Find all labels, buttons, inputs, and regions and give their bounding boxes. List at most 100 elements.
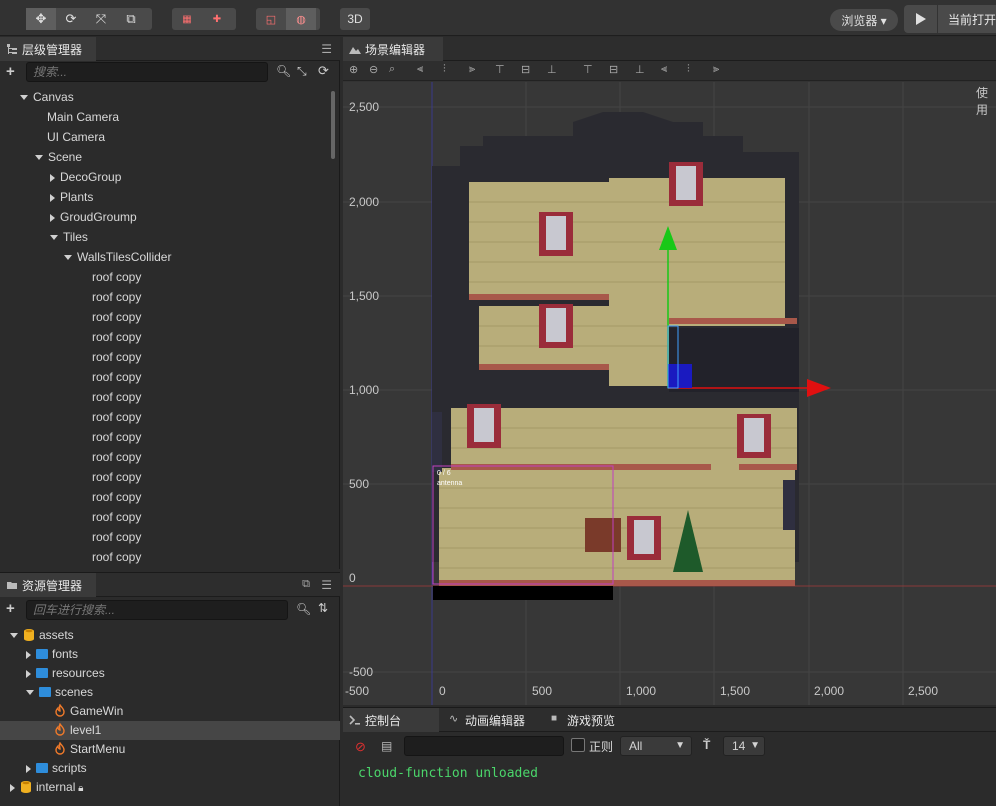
pivot-button[interactable]: ▦ xyxy=(172,8,202,30)
hierarchy-node[interactable]: roof copy xyxy=(92,267,141,287)
folder-icon xyxy=(36,763,48,773)
align-vcenter-icon[interactable]: ⊟ xyxy=(521,63,530,76)
hierarchy-add-button[interactable]: + xyxy=(6,63,15,80)
distribute-vcenter-icon[interactable]: ⊟ xyxy=(609,63,618,76)
asset-node[interactable]: GameWin xyxy=(0,702,340,721)
distribute-left-icon[interactable]: ⫷ xyxy=(661,63,667,76)
zoom-in-icon[interactable]: ⊕ xyxy=(349,63,358,76)
expanded-arrow-icon[interactable] xyxy=(64,255,72,261)
tab-assets[interactable]: 资源管理器 xyxy=(0,573,96,597)
distribute-hcenter-icon[interactable]: ⫶ xyxy=(687,63,690,76)
hierarchy-node[interactable]: roof copy xyxy=(92,407,141,427)
distribute-bottom-icon[interactable]: ⊥ xyxy=(635,63,645,76)
move-tool-button[interactable]: ✥ xyxy=(26,8,56,30)
collapsed-arrow-icon[interactable] xyxy=(26,764,31,773)
hierarchy-node[interactable]: Plants xyxy=(50,187,93,207)
assets-search-input[interactable]: 回车进行搜索... xyxy=(26,600,288,620)
rect-tool-button[interactable]: ⧉ xyxy=(116,8,146,30)
assets-add-button[interactable]: + xyxy=(6,600,15,617)
collapsed-arrow-icon[interactable] xyxy=(50,213,55,222)
align-hcenter-icon[interactable]: ⫶ xyxy=(443,63,446,76)
hierarchy-node[interactable]: roof copy xyxy=(92,387,141,407)
snap-button[interactable]: ◱ xyxy=(256,8,286,30)
zoom-out-icon[interactable]: ⊖ xyxy=(369,63,378,76)
hierarchy-node[interactable]: roof copy xyxy=(92,347,141,367)
hierarchy-node[interactable]: roof copy xyxy=(92,547,141,567)
tab-hierarchy[interactable]: 层级管理器 xyxy=(0,37,96,61)
hierarchy-scrollbar[interactable] xyxy=(331,91,335,159)
distribute-top-icon[interactable]: ⊤ xyxy=(583,63,593,76)
play-button[interactable] xyxy=(904,5,938,33)
assets-search-icon[interactable]: 🔍︎ xyxy=(296,602,311,616)
expanded-arrow-icon[interactable] xyxy=(26,690,34,696)
hierarchy-search-input[interactable]: 搜索... xyxy=(26,62,268,82)
refresh-icon[interactable]: ⟳ xyxy=(318,63,329,79)
hierarchy-menu-icon[interactable]: ☰ xyxy=(321,42,332,56)
hierarchy-node[interactable]: Canvas xyxy=(20,87,74,107)
log-file-icon[interactable]: ▤ xyxy=(381,739,392,753)
align-left-icon[interactable]: ⫷ xyxy=(417,63,423,76)
hierarchy-node[interactable]: roof copy xyxy=(92,427,141,447)
regex-checkbox[interactable] xyxy=(571,738,585,752)
clear-icon[interactable]: ⊘ xyxy=(355,739,366,755)
hierarchy-node[interactable]: Tiles xyxy=(50,227,88,247)
font-size-select[interactable]: 14 ▼ xyxy=(723,736,765,756)
align-bottom-icon[interactable]: ⊥ xyxy=(547,63,557,76)
asset-node[interactable]: scenes xyxy=(0,683,340,702)
open-scene-label[interactable]: 当前打开 xyxy=(948,11,996,28)
global-button[interactable]: ◍ xyxy=(286,8,316,30)
browser-select[interactable]: 浏览器 ▾ xyxy=(830,9,898,31)
hierarchy-node[interactable]: roof copy xyxy=(92,507,141,527)
sort-icon[interactable]: ⇅ xyxy=(318,601,328,615)
asset-node[interactable]: fonts xyxy=(0,645,340,664)
collapsed-arrow-icon[interactable] xyxy=(50,193,55,202)
expanded-arrow-icon[interactable] xyxy=(10,633,18,639)
console-filter-input[interactable] xyxy=(404,736,564,756)
tab-scene-editor[interactable]: 场景编辑器 xyxy=(343,37,443,61)
popout-icon[interactable]: ⧉ xyxy=(302,578,310,591)
asset-node[interactable]: scripts xyxy=(0,759,340,778)
distribute-right-icon[interactable]: ⫸ xyxy=(713,63,719,76)
asset-node[interactable]: resources xyxy=(0,664,340,683)
hierarchy-node[interactable]: roof copy xyxy=(92,487,141,507)
asset-node[interactable]: StartMenu xyxy=(0,740,340,759)
align-right-icon[interactable]: ⫸ xyxy=(469,63,475,76)
asset-node[interactable]: internal 🔒︎ xyxy=(0,778,340,797)
expanded-arrow-icon[interactable] xyxy=(35,155,43,161)
hierarchy-node[interactable]: roof copy xyxy=(92,307,141,327)
hierarchy-node[interactable]: DecoGroup xyxy=(50,167,121,187)
tab-console[interactable]: 控制台 xyxy=(343,708,439,732)
hierarchy-node[interactable]: Main Camera xyxy=(47,107,119,127)
rotate-tool-button[interactable]: ⟳ xyxy=(56,8,86,30)
scale-tool-button[interactable]: ⤧ xyxy=(86,8,116,30)
expanded-arrow-icon[interactable] xyxy=(50,235,58,241)
tab-game-preview[interactable]: ■ 游戏预览 xyxy=(545,708,635,732)
3d-toggle-button[interactable]: 3D xyxy=(340,8,370,30)
local-button[interactable]: ✚ xyxy=(202,8,232,30)
asset-node[interactable]: level1 xyxy=(0,721,340,740)
log-level-select[interactable]: All ▼ xyxy=(620,736,692,756)
hierarchy-node[interactable]: UI Camera xyxy=(47,127,105,147)
search-icon[interactable]: 🔍︎ xyxy=(276,64,291,78)
align-top-icon[interactable]: ⊤ xyxy=(495,63,505,76)
hierarchy-node[interactable]: WallsTilesCollider xyxy=(64,247,171,267)
collapsed-arrow-icon[interactable] xyxy=(10,783,15,792)
collapsed-arrow-icon[interactable] xyxy=(50,173,55,182)
collapse-icon[interactable]: ⤡ xyxy=(297,64,307,79)
expanded-arrow-icon[interactable] xyxy=(20,95,28,101)
hierarchy-node[interactable]: Scene xyxy=(35,147,82,167)
hierarchy-node[interactable]: roof copy xyxy=(92,527,141,547)
zoom-reset-icon[interactable]: ⌕ xyxy=(389,63,395,76)
collapsed-arrow-icon[interactable] xyxy=(26,669,31,678)
hierarchy-node[interactable]: roof copy xyxy=(92,447,141,467)
collapsed-arrow-icon[interactable] xyxy=(26,650,31,659)
assets-menu-icon[interactable]: ☰ xyxy=(321,578,332,592)
hierarchy-node[interactable]: roof copy xyxy=(92,287,141,307)
hierarchy-node[interactable]: roof copy xyxy=(92,327,141,347)
hierarchy-node[interactable]: roof copy xyxy=(92,367,141,387)
hierarchy-node[interactable]: GroudGroump xyxy=(50,207,137,227)
asset-node[interactable]: assets xyxy=(0,626,340,645)
tab-animation-editor[interactable]: ∿ 动画编辑器 xyxy=(443,708,547,732)
scene-viewport[interactable]: 2,500 2,000 1,500 1,000 500 0 -500 -500 … xyxy=(343,82,996,705)
hierarchy-node[interactable]: roof copy xyxy=(92,467,141,487)
